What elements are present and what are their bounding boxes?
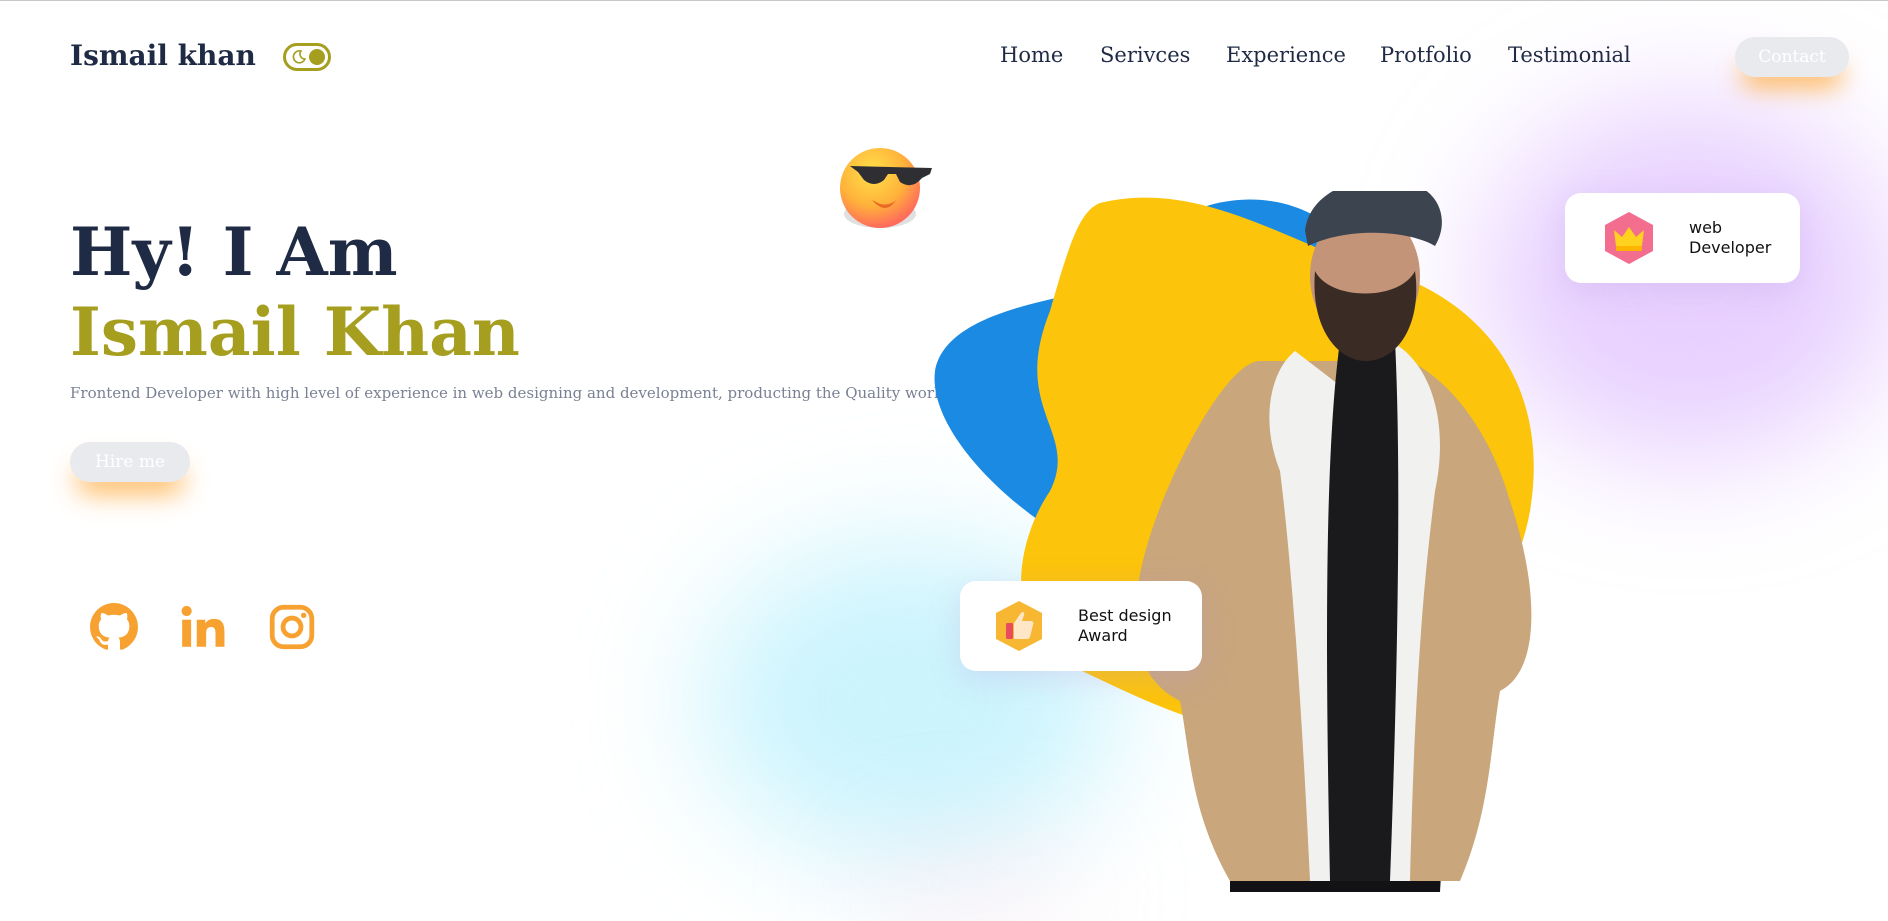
award-card-line1: Best design <box>1078 606 1172 625</box>
nav-testimonial[interactable]: Testimonial <box>1508 43 1631 67</box>
crown-icon <box>1603 210 1655 266</box>
site-logo[interactable]: Ismail khan <box>70 39 256 72</box>
theme-toggle[interactable] <box>283 43 331 71</box>
web-developer-card: web Developer <box>1565 193 1800 283</box>
nav-portfolio[interactable]: Protfolio <box>1380 43 1472 67</box>
moon-icon <box>291 49 308 66</box>
web-card-line1: web <box>1689 218 1723 237</box>
hero-greeting: Hy! I Am <box>70 213 398 291</box>
web-card-line2: Developer <box>1689 238 1772 257</box>
hero-description: Frontend Developer with high level of ex… <box>70 384 944 402</box>
instagram-icon[interactable] <box>267 601 317 653</box>
best-design-award-card: Best design Award <box>960 581 1202 671</box>
nav-services[interactable]: Serivces <box>1100 43 1190 67</box>
sunglasses-emoji <box>836 144 936 244</box>
github-icon[interactable] <box>89 601 139 653</box>
contact-button[interactable]: Contact <box>1735 37 1849 77</box>
award-card-line2: Award <box>1078 626 1128 645</box>
thumbs-up-icon <box>994 599 1044 653</box>
toggle-knob <box>309 49 325 65</box>
hero-illustration <box>930 179 1630 892</box>
nav-home[interactable]: Home <box>1000 43 1063 67</box>
hire-me-button[interactable]: Hire me <box>70 442 190 482</box>
hero-name: Ismail Khan <box>70 293 520 371</box>
linkedin-icon[interactable] <box>178 601 228 653</box>
nav-experience[interactable]: Experience <box>1226 43 1346 67</box>
